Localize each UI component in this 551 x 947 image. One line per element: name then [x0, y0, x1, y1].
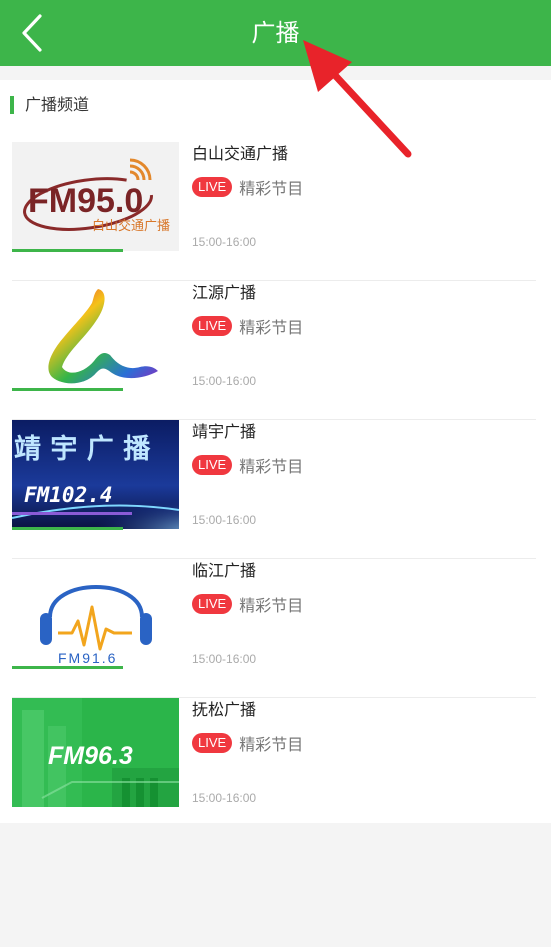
- station-item-linjiang[interactable]: FM91.6 临江广播 LIVE 精彩节目 15:00-16:00: [0, 559, 551, 698]
- program-time: 15:00-16:00: [192, 513, 257, 527]
- program-name: 精彩节目: [239, 457, 304, 476]
- logo-text: FM102.4: [24, 483, 113, 507]
- logo-text: FM95.0: [28, 182, 143, 220]
- station-item-jingyu[interactable]: 靖 宇 广 播 FM102.4 靖宇广播 LIVE 精彩节目 15:00-16:…: [0, 420, 551, 559]
- live-badge: LIVE: [192, 733, 233, 753]
- live-row: LIVE 精彩节目: [192, 732, 303, 754]
- live-badge: LIVE: [192, 455, 233, 475]
- logo-subtext: 靖 宇 广 播: [14, 434, 151, 465]
- section-accent-bar: [10, 96, 14, 114]
- app-header: 广播: [0, 0, 551, 66]
- program-time: 15:00-16:00: [192, 374, 257, 388]
- live-row: LIVE 精彩节目: [192, 315, 303, 337]
- station-item-baishan[interactable]: FM95.0 白山交通广播 白山交通广播 LIVE 精彩节目 15:00-16:…: [0, 142, 551, 281]
- logo-underline: [12, 388, 123, 391]
- section-header: 广播频道: [0, 90, 551, 120]
- station-name: 江源广播: [192, 283, 257, 302]
- station-logo-baishan: FM95.0 白山交通广播: [12, 142, 179, 251]
- station-item-fusong[interactable]: FM96.3 抚松广播 LIVE 精彩节目 15:00-16:00: [0, 698, 551, 837]
- station-list: FM95.0 白山交通广播 白山交通广播 LIVE 精彩节目 15:00-16:…: [0, 142, 551, 837]
- section-title: 广播频道: [25, 95, 90, 114]
- live-row: LIVE 精彩节目: [192, 454, 303, 476]
- program-name: 精彩节目: [239, 179, 304, 198]
- live-row: LIVE 精彩节目: [192, 593, 303, 615]
- program-time: 15:00-16:00: [192, 652, 257, 666]
- station-logo-jiangyuan: [12, 281, 179, 390]
- channel-panel: 广播频道 FM95.0 白山交通广播 白山交通广播 LIVE 精彩节目 15:0…: [0, 80, 551, 823]
- station-name: 白山交通广播: [192, 144, 289, 163]
- station-logo-linjiang: FM91.6: [12, 559, 179, 668]
- station-name: 靖宇广播: [192, 422, 257, 441]
- live-badge: LIVE: [192, 316, 233, 336]
- program-name: 精彩节目: [239, 596, 304, 615]
- program-name: 精彩节目: [239, 318, 304, 337]
- header-spacer: [0, 66, 551, 80]
- program-name: 精彩节目: [239, 735, 304, 754]
- logo-subtext: 白山交通广播: [92, 218, 170, 234]
- station-name: 抚松广播: [192, 700, 257, 719]
- live-row: LIVE 精彩节目: [192, 176, 303, 198]
- logo-underline: [12, 249, 123, 252]
- logo-text: FM91.6: [58, 650, 117, 666]
- program-time: 15:00-16:00: [192, 791, 257, 805]
- logo-underline: [12, 527, 123, 530]
- live-badge: LIVE: [192, 594, 233, 614]
- logo-underline: [12, 666, 123, 669]
- live-badge: LIVE: [192, 177, 233, 197]
- logo-text: FM96.3: [48, 742, 133, 770]
- station-logo-jingyu: 靖 宇 广 播 FM102.4: [12, 420, 179, 529]
- program-time: 15:00-16:00: [192, 235, 257, 249]
- station-name: 临江广播: [192, 561, 257, 580]
- station-logo-fusong: FM96.3: [12, 698, 179, 807]
- station-item-jiangyuan[interactable]: 江源广播 LIVE 精彩节目 15:00-16:00: [0, 281, 551, 420]
- page-title: 广播: [251, 19, 300, 47]
